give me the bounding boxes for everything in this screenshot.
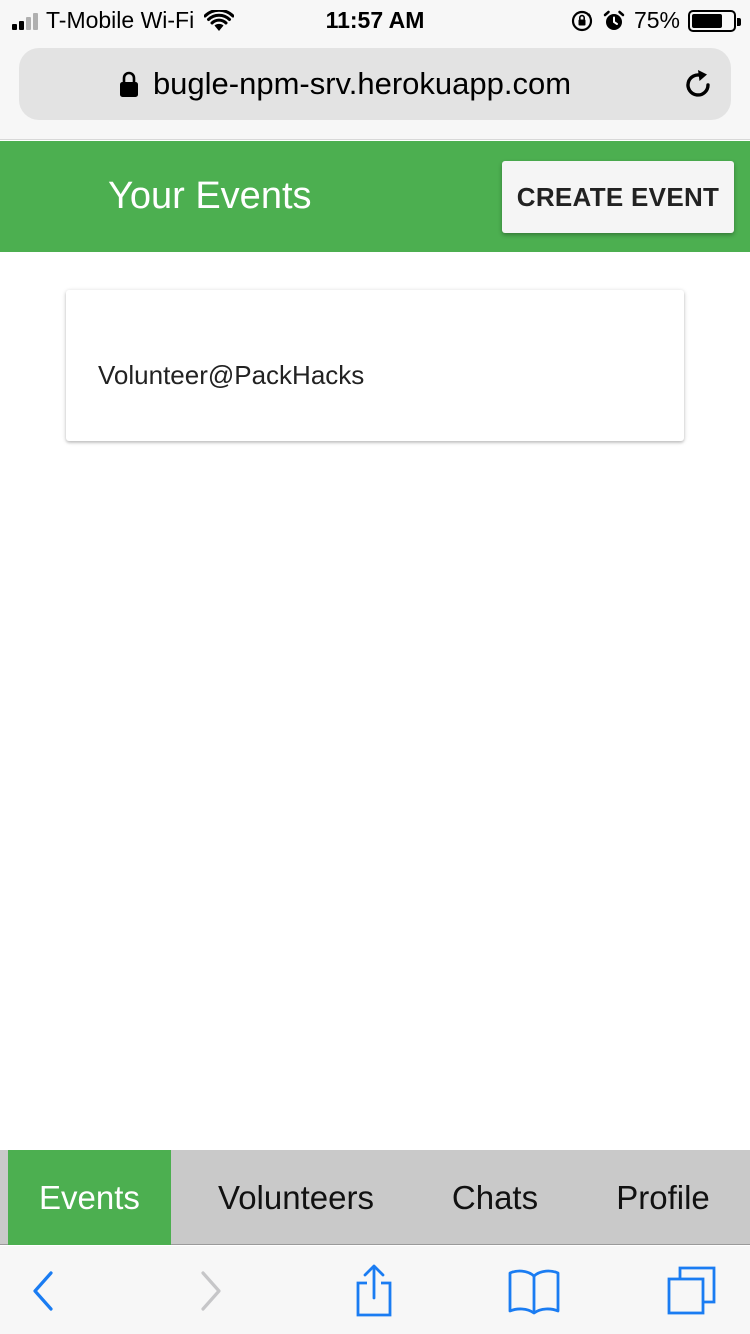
back-icon	[33, 1271, 53, 1311]
battery-icon	[688, 9, 741, 32]
bottom-nav: Events Volunteers Chats Profile	[0, 1150, 750, 1245]
forward-button[interactable]	[180, 1264, 240, 1318]
nav-tab-events[interactable]: Events	[8, 1150, 171, 1245]
screen: T-Mobile Wi-Fi 11:57 AM 75% bugle-npm-sr…	[0, 0, 750, 1334]
orientation-lock-icon	[571, 10, 593, 31]
status-bar: T-Mobile Wi-Fi 11:57 AM 75%	[0, 0, 750, 40]
browser-address-area: bugle-npm-srv.herokuapp.com	[0, 40, 750, 140]
battery-percent: 75%	[633, 7, 680, 33]
tabs-icon	[667, 1266, 716, 1315]
url-display: bugle-npm-srv.herokuapp.com	[19, 48, 671, 120]
forward-icon	[201, 1271, 221, 1311]
browser-toolbar	[0, 1246, 750, 1334]
battery-level	[692, 13, 722, 28]
back-button[interactable]	[14, 1264, 74, 1318]
app-header: Your Events CREATE EVENT	[0, 141, 750, 252]
nav-tab-volunteers[interactable]: Volunteers	[198, 1150, 394, 1245]
event-card[interactable]: Volunteer@PackHacks	[66, 290, 684, 441]
bookmarks-button[interactable]	[504, 1264, 564, 1318]
reload-icon[interactable]	[681, 68, 715, 102]
event-list: Volunteer@PackHacks	[66, 290, 684, 441]
share-icon	[356, 1264, 392, 1317]
status-right: 75%	[570, 7, 741, 34]
event-name: Volunteer@PackHacks	[98, 360, 365, 390]
bookmarks-icon	[508, 1269, 560, 1315]
address-bar[interactable]: bugle-npm-srv.herokuapp.com	[19, 48, 731, 120]
share-button[interactable]	[344, 1264, 404, 1318]
tabs-button[interactable]	[662, 1264, 722, 1318]
page-title: Your Events	[108, 175, 312, 217]
create-event-button[interactable]: CREATE EVENT	[502, 161, 734, 233]
lock-icon	[119, 71, 138, 97]
url-text: bugle-npm-srv.herokuapp.com	[152, 66, 572, 101]
nav-tab-profile[interactable]: Profile	[598, 1150, 728, 1245]
alarm-icon	[603, 10, 625, 30]
nav-tab-chats[interactable]: Chats	[430, 1150, 560, 1245]
